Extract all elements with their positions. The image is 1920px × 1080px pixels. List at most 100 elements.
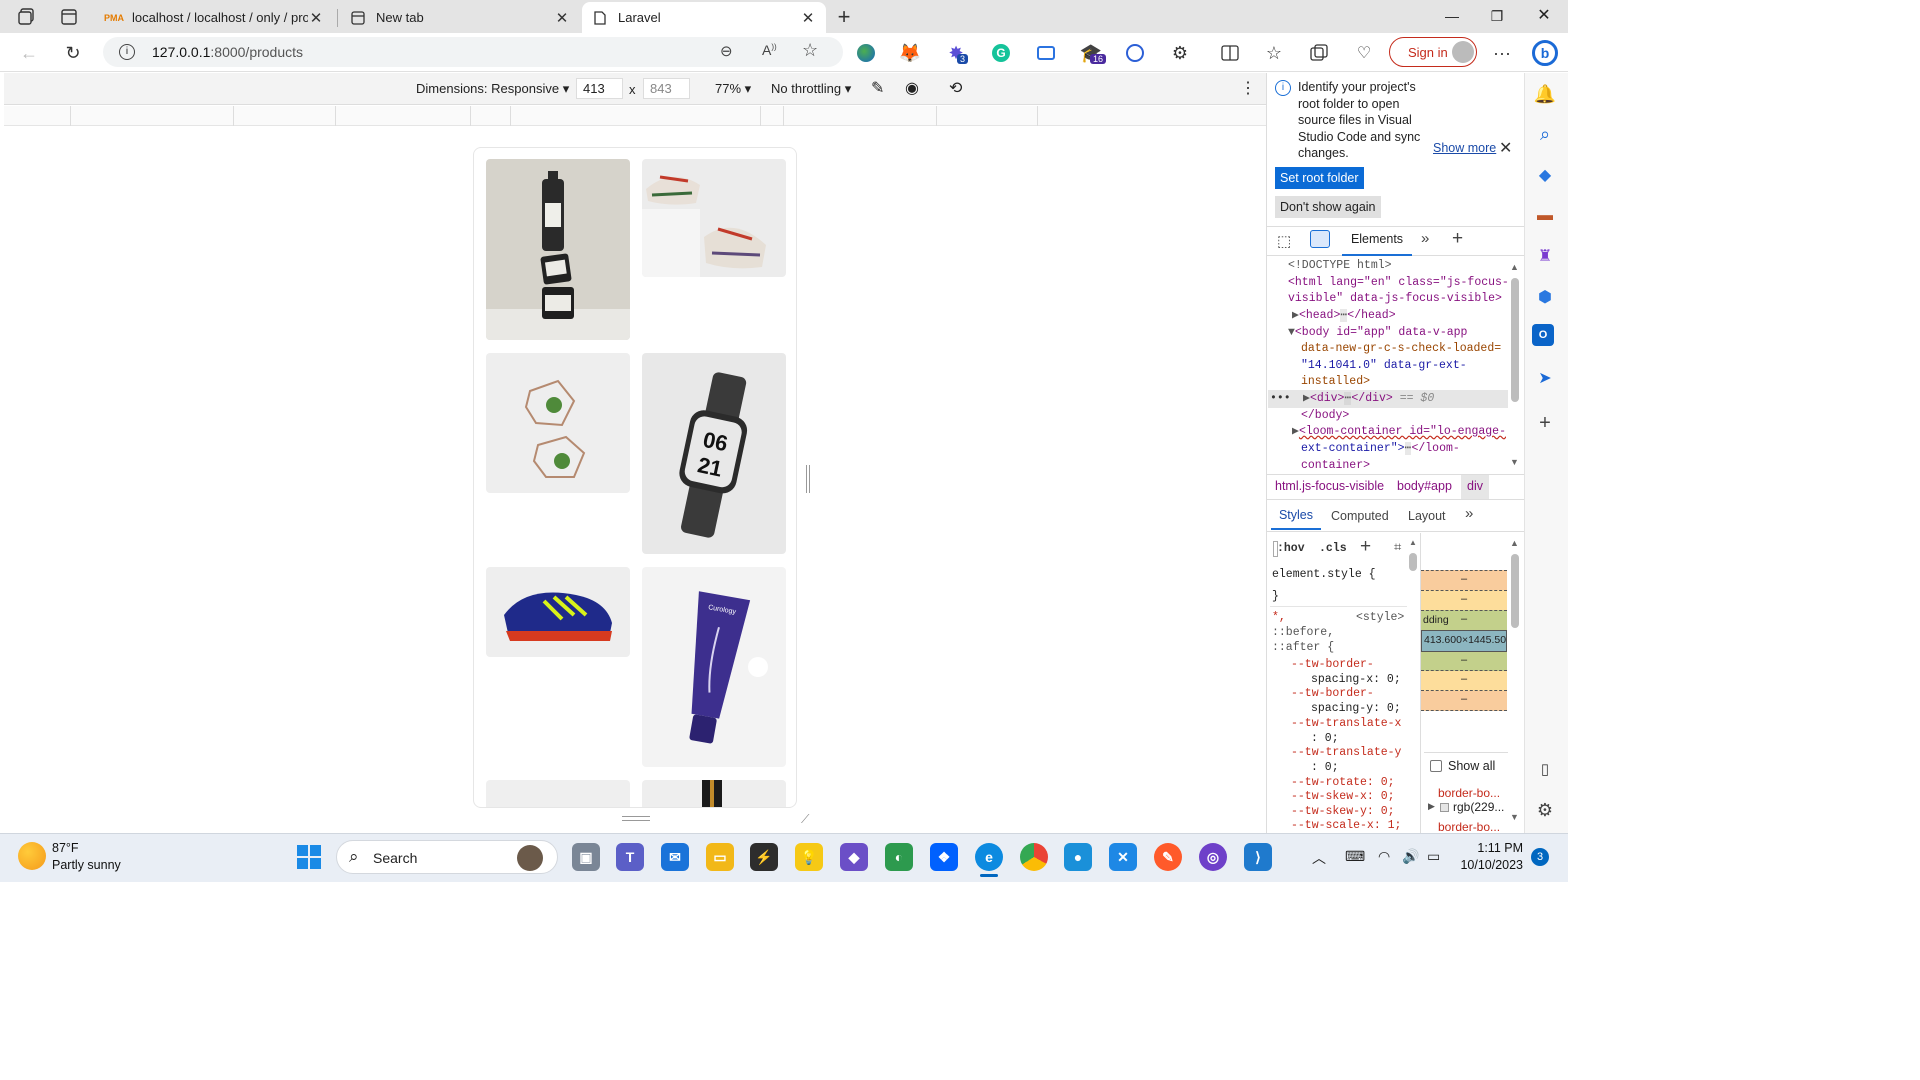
breadcrumb-html[interactable]: html.js-focus-visible (1275, 479, 1384, 493)
boxmodel-margin[interactable]: – (1421, 570, 1507, 590)
tab-laravel[interactable]: Laravel ✕ (582, 2, 826, 33)
close-icon[interactable]: ✕ (800, 9, 816, 27)
puzzle-extension-icon[interactable]: ✸ 3 (943, 40, 969, 66)
weather-text[interactable]: Partly sunny (52, 858, 121, 872)
info-icon[interactable]: i (119, 44, 135, 60)
dom-line-loom[interactable]: ▶<loom-container id="lo-engage- (1292, 424, 1506, 441)
minimize-button[interactable]: — (1432, 4, 1472, 28)
browser-app-icon[interactable]: ● (1064, 843, 1092, 871)
notification-badge[interactable]: 3 (1531, 848, 1549, 866)
tab-actions-icon[interactable] (56, 4, 82, 30)
boxmodel-content[interactable]: 413.600×1445.500 (1421, 630, 1507, 652)
css-prop[interactable]: --tw-scale-x: 1; (1291, 818, 1401, 832)
dom-scrollbar[interactable] (1511, 278, 1519, 402)
color-swatch[interactable] (1440, 803, 1449, 812)
collections-icon[interactable] (1306, 40, 1332, 66)
split-screen-icon[interactable] (1217, 40, 1243, 66)
style-source[interactable]: <style> (1356, 610, 1404, 627)
more-menu-icon[interactable]: ··· (1489, 40, 1515, 66)
taskbar-search[interactable]: ⌕ Search (336, 840, 558, 874)
show-more-link[interactable]: Show more (1433, 141, 1496, 155)
chess-icon[interactable]: ♜ (1532, 243, 1558, 269)
add-tab-icon[interactable]: + (1452, 228, 1463, 250)
school-extension-icon[interactable]: 🎓 16 (1078, 40, 1107, 66)
boxmodel-padding-bottom[interactable]: – (1421, 652, 1507, 671)
globe-extension-icon[interactable] (853, 40, 879, 66)
element-style-rule[interactable]: element.style { (1272, 567, 1376, 584)
zoom-icon[interactable]: ⊖ (720, 42, 733, 60)
new-rule-icon[interactable]: + (1360, 536, 1371, 558)
height-input[interactable]: 843 (643, 78, 690, 99)
tab-elements[interactable]: Elements (1342, 226, 1412, 256)
postman-icon[interactable]: ✎ (1154, 843, 1182, 871)
git-icon[interactable]: ◆ (840, 843, 868, 871)
address-bar[interactable]: i 127.0.0.1:8000/products ⊖ A)) ☆ (103, 37, 843, 67)
breadcrumb-body[interactable]: body#app (1397, 479, 1452, 493)
emulated-device[interactable]: 06 21 Curology (473, 147, 797, 808)
chevron-up-icon[interactable]: ︿ (1312, 848, 1326, 868)
weather-icon[interactable] (18, 842, 46, 870)
toolbox-icon[interactable]: ▬ (1532, 203, 1558, 229)
tab-new-tab[interactable]: New tab ✕ (340, 2, 580, 33)
selector-after[interactable]: ::after { (1272, 640, 1334, 657)
screen-capture-icon[interactable] (1033, 40, 1059, 66)
dropbox-icon[interactable]: ❖ (930, 843, 958, 871)
boxmodel-margin-bottom[interactable]: – (1421, 691, 1507, 711)
settings-gear-icon[interactable]: ⚙ (1532, 797, 1558, 823)
styles-scrollbar[interactable] (1409, 553, 1417, 571)
dom-line-head[interactable]: ▶<head>⋯</head> (1292, 308, 1396, 325)
xampp-icon[interactable]: ✕ (1109, 843, 1137, 871)
globe-app-icon[interactable]: ◐ (885, 843, 913, 871)
back-icon[interactable]: ← (16, 40, 42, 66)
workspaces-icon[interactable] (14, 4, 40, 30)
format-painter-icon[interactable]: ⌗ (1394, 539, 1401, 555)
dont-show-again-button[interactable]: Don't show again (1275, 196, 1381, 218)
breadcrumb-div[interactable]: div (1461, 475, 1489, 499)
tab-phpmyadmin[interactable]: PMA localhost / localhost / only / produ… (96, 2, 334, 33)
wifi-icon[interactable]: ◠ (1378, 848, 1390, 865)
bell-icon[interactable]: 🔔 (1532, 81, 1558, 107)
edge-tools-icon[interactable] (1122, 40, 1148, 66)
media-query-ruler[interactable] (4, 106, 1266, 126)
resize-handle-right[interactable] (806, 465, 810, 493)
new-tab-button[interactable]: + (831, 4, 857, 30)
teams-icon[interactable]: T (616, 843, 644, 871)
boxmodel-border[interactable]: – (1421, 590, 1507, 610)
volume-icon[interactable]: 🔊 (1402, 848, 1419, 865)
dom-line-html[interactable]: <html lang="en" class="js-focus- (1288, 275, 1509, 292)
tab-styles[interactable]: Styles (1271, 502, 1321, 530)
sign-in-button[interactable]: Sign in (1389, 37, 1477, 67)
refresh-icon[interactable]: ↻ (60, 40, 86, 66)
scroll-up-icon[interactable]: ▲ (1510, 538, 1519, 548)
css-prop[interactable]: --tw-translate-x (1291, 716, 1401, 733)
keyboard-icon[interactable]: ⌨ (1345, 848, 1365, 865)
hide-sidebar-icon[interactable]: ▯ (1532, 756, 1558, 782)
scroll-up-icon[interactable]: ▲ (1510, 262, 1519, 272)
product-card[interactable]: Curology (642, 567, 786, 767)
add-sidebar-app-icon[interactable]: + (1532, 410, 1558, 436)
device-toggle-icon[interactable] (1310, 230, 1330, 248)
windows-start-icon[interactable] (297, 845, 321, 869)
terminal-icon[interactable]: ⚡ (750, 843, 778, 871)
vscode-icon[interactable]: ⟩ (1244, 843, 1272, 871)
product-card[interactable] (486, 159, 630, 340)
width-input[interactable]: 413 (576, 78, 623, 99)
edge-icon[interactable]: e (975, 843, 1003, 871)
github-icon[interactable]: ◎ (1199, 843, 1227, 871)
chrome-icon[interactable] (1020, 843, 1048, 871)
search-icon[interactable]: ⌕ (1532, 121, 1558, 147)
maximize-button[interactable]: ❐ (1477, 4, 1517, 28)
file-explorer-icon[interactable]: ▭ (706, 843, 734, 871)
tab-computed[interactable]: Computed (1331, 509, 1389, 523)
computed-scrollbar[interactable] (1511, 554, 1519, 628)
more-style-tabs-icon[interactable]: » (1465, 505, 1473, 522)
mail-icon[interactable]: ✉ (661, 843, 689, 871)
scroll-down-icon[interactable]: ▼ (1510, 812, 1519, 822)
inspect-icon[interactable]: ⬚ (1277, 232, 1291, 250)
grammarly-icon[interactable]: G (988, 40, 1014, 66)
dimensions-dropdown[interactable]: Dimensions: Responsive ▾ (416, 81, 569, 97)
product-card[interactable] (642, 159, 786, 277)
close-icon[interactable]: ✕ (554, 9, 570, 27)
product-card[interactable] (486, 353, 630, 493)
resize-handle-bottom[interactable] (622, 816, 650, 821)
